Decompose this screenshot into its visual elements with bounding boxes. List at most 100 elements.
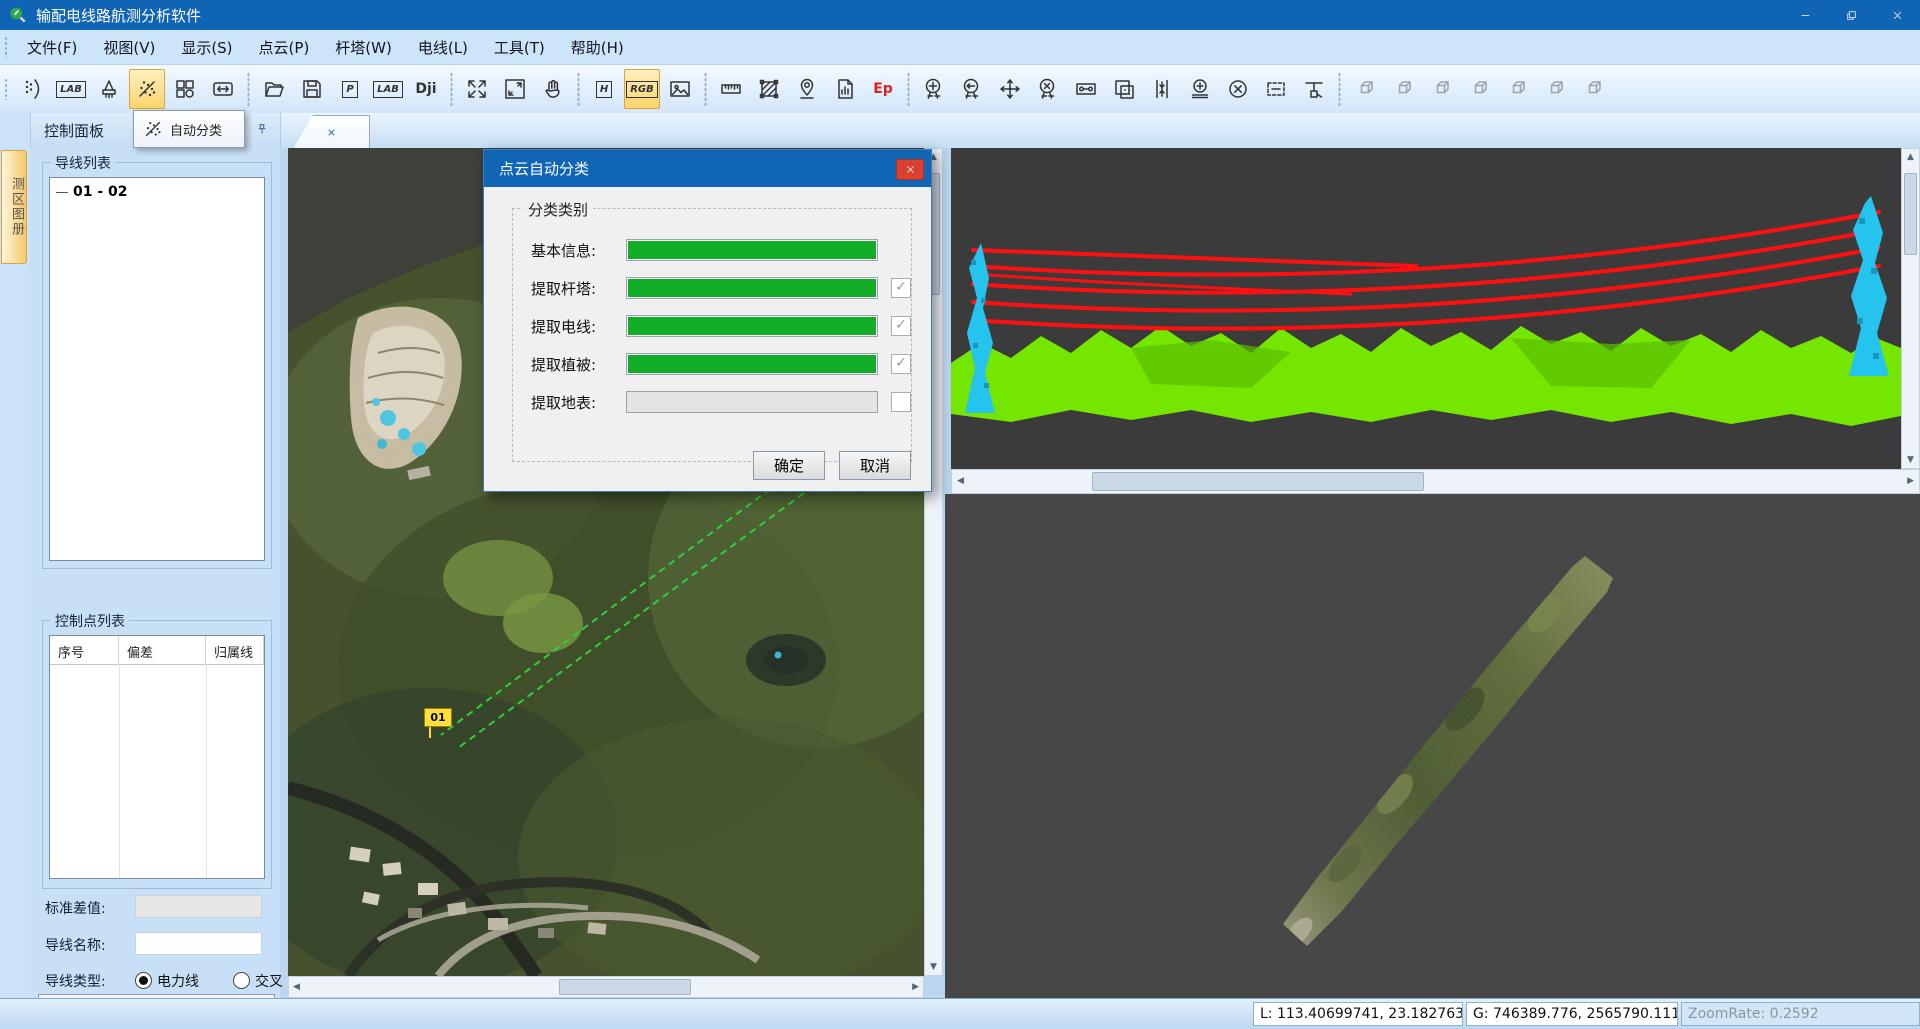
radio-icon: [233, 972, 250, 989]
wire-type-radio-0[interactable]: 电力线: [135, 974, 199, 990]
span-link-button[interactable]: [1068, 69, 1104, 109]
scroll-thumb[interactable]: [1092, 472, 1424, 491]
add-point-button[interactable]: [1182, 69, 1218, 109]
scroll-thumb[interactable]: [559, 979, 691, 995]
locate-pin-button[interactable]: [789, 69, 825, 109]
cube-view-5-button[interactable]: [1499, 69, 1535, 109]
cube-icon: [1391, 77, 1415, 101]
delete-tower-button[interactable]: [1030, 69, 1066, 109]
scroll-right-icon[interactable]: ▶: [912, 982, 919, 992]
wire-list-item[interactable]: 01 - 02: [56, 184, 264, 200]
import-pos-button[interactable]: P: [332, 69, 368, 109]
dialog-close-icon[interactable]: [896, 159, 924, 180]
cancel-button[interactable]: 取消: [839, 451, 911, 480]
clip-region-button[interactable]: [751, 69, 787, 109]
cube-view-4-button[interactable]: [1461, 69, 1497, 109]
zoom-window-button[interactable]: [497, 69, 533, 109]
wire-name-label: 导线名称:: [45, 935, 106, 955]
cube-view-6-button[interactable]: [1537, 69, 1573, 109]
menu-item-5[interactable]: 电线(L): [405, 37, 481, 58]
label-display-button[interactable]: LAB: [53, 69, 89, 109]
folder-icon: [262, 77, 286, 101]
scroll-left-icon[interactable]: ◀: [957, 476, 964, 486]
vertical-spacing-button[interactable]: [1144, 69, 1180, 109]
menu-item-4[interactable]: 杆塔(W): [322, 37, 405, 58]
prev-tower-button[interactable]: [954, 69, 990, 109]
tab-close-icon[interactable]: [325, 126, 338, 139]
control-point-marker[interactable]: 01: [424, 708, 452, 738]
scroll-thumb[interactable]: [1904, 173, 1917, 255]
menu-item-2[interactable]: 显示(S): [168, 37, 245, 58]
profile-vertical-scrollbar[interactable]: ▲ ▼: [1901, 148, 1920, 469]
import-label-button[interactable]: LAB: [370, 69, 406, 109]
wire-list[interactable]: 01 - 02: [49, 177, 265, 561]
pin-icon[interactable]: [254, 122, 272, 140]
ok-button[interactable]: 确定: [753, 451, 825, 480]
profile-viewport[interactable]: [951, 148, 1901, 469]
pan-hand-button[interactable]: [535, 69, 571, 109]
maximize-icon[interactable]: [1828, 0, 1874, 30]
minimize-icon[interactable]: [1782, 0, 1828, 30]
auto-classify-button[interactable]: [129, 69, 165, 109]
image-render-button[interactable]: [662, 69, 698, 109]
cube-view-7-button[interactable]: [1575, 69, 1611, 109]
scroll-right-icon[interactable]: ▶: [1907, 476, 1914, 486]
menu-item-6[interactable]: 工具(T): [481, 37, 558, 58]
dji-import-button[interactable]: Dji: [408, 69, 444, 109]
view-layout-button[interactable]: [167, 69, 203, 109]
layers-icon: [1112, 77, 1136, 101]
auto-classify-dialog: 点云自动分类 分类类别 基本信息:提取杆塔:✓提取电线:✓提取植被:✓提取地表:…: [483, 149, 932, 492]
extract-checkbox[interactable]: ✓: [891, 354, 911, 374]
control-points-table[interactable]: 序号偏差归属线: [49, 635, 265, 879]
copy-layer-button[interactable]: [1106, 69, 1142, 109]
scroll-left-icon[interactable]: ◀: [293, 982, 300, 992]
wire-name-field[interactable]: [135, 932, 262, 955]
column-header-1: 偏差: [119, 636, 206, 664]
cube-view-1-button[interactable]: [1347, 69, 1383, 109]
report-chart-button[interactable]: [827, 69, 863, 109]
extract-checkbox[interactable]: ✓: [891, 316, 911, 336]
add-tower-button[interactable]: [916, 69, 952, 109]
rgb-render-button[interactable]: RGB: [624, 69, 660, 109]
progress-bar: [626, 353, 878, 375]
ep-render-button[interactable]: Ep: [865, 69, 901, 109]
cube-view-2-button[interactable]: [1385, 69, 1421, 109]
scroll-down-icon[interactable]: ▼: [1902, 455, 1919, 465]
profile-horizontal-scrollbar[interactable]: ◀ ▶: [951, 469, 1920, 494]
extract-checkbox[interactable]: [891, 392, 911, 412]
menu-item-7[interactable]: 帮助(H): [558, 37, 637, 58]
close-icon[interactable]: [1874, 0, 1920, 30]
cube-icon: [1429, 77, 1453, 101]
cube-view-3-button[interactable]: [1423, 69, 1459, 109]
drop-node-button[interactable]: [1296, 69, 1332, 109]
progress-bar: [626, 277, 878, 299]
scroll-down-icon[interactable]: ▼: [925, 962, 942, 972]
dialog-title-bar[interactable]: 点云自动分类: [484, 150, 931, 187]
menu-item-1[interactable]: 视图(V): [90, 37, 168, 58]
horizontal-extent-button[interactable]: [205, 69, 241, 109]
open-file-button[interactable]: [256, 69, 292, 109]
vertical-tab-atlas[interactable]: 测区图册: [1, 150, 27, 264]
dialog-row-0: 基本信息:: [531, 239, 911, 261]
grid-icon: [173, 77, 197, 101]
measure-ruler-button[interactable]: [713, 69, 749, 109]
table-header-row: 序号偏差归属线: [50, 636, 264, 665]
delete-point-button[interactable]: [1220, 69, 1256, 109]
wire-name-row: 导线名称:: [30, 932, 280, 956]
brush-classify-button[interactable]: [91, 69, 127, 109]
map-horizontal-scrollbar[interactable]: ◀ ▶: [288, 976, 924, 998]
move-point-button[interactable]: [992, 69, 1028, 109]
select-region-button[interactable]: [1258, 69, 1294, 109]
wire-type-radio-1[interactable]: 交叉: [233, 974, 283, 990]
zoom-extent-button[interactable]: [459, 69, 495, 109]
point-cloud-profile-button[interactable]: [15, 69, 51, 109]
chartdoc-icon: [833, 77, 857, 101]
scroll-up-icon[interactable]: ▲: [1902, 152, 1919, 162]
menu-item-3[interactable]: 点云(P): [246, 37, 323, 58]
topview-viewport[interactable]: [945, 494, 1920, 998]
dialog-row-4: 提取地表:: [531, 391, 911, 413]
extract-checkbox[interactable]: ✓: [891, 278, 911, 298]
save-button[interactable]: [294, 69, 330, 109]
menu-item-0[interactable]: 文件(F): [14, 37, 90, 58]
height-render-button[interactable]: H: [586, 69, 622, 109]
